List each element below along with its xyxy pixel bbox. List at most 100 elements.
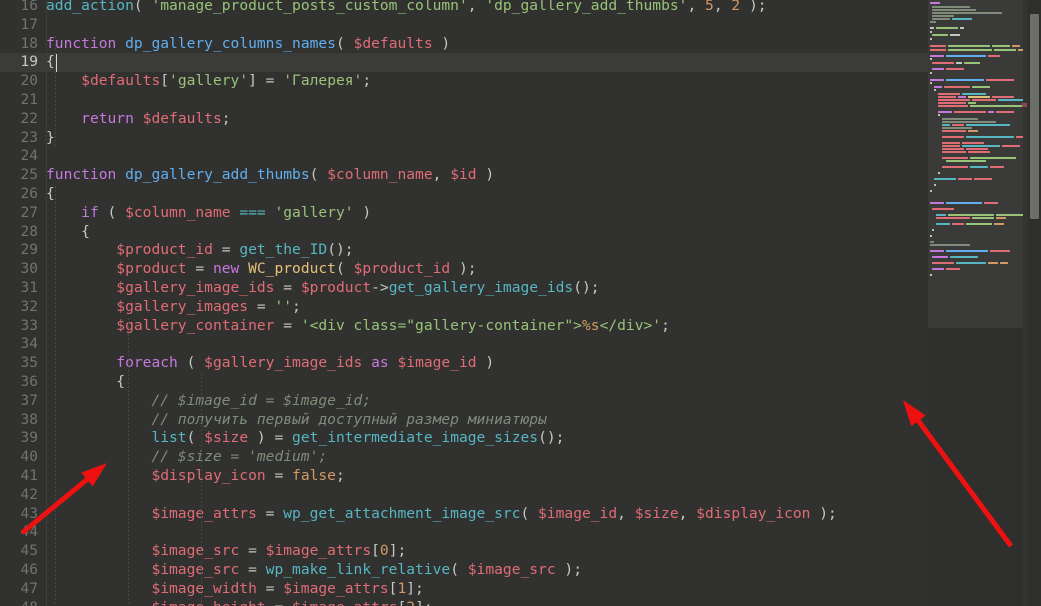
code-token-op: ); bbox=[555, 561, 582, 578]
code-line[interactable]: function dp_gallery_add_thumbs( $column_… bbox=[46, 166, 494, 185]
line-number[interactable]: 32 bbox=[0, 298, 38, 317]
code-line[interactable]: if ( $column_name === 'gallery' ) bbox=[46, 204, 371, 223]
code-line[interactable]: // $image_id = $image_id; bbox=[46, 392, 371, 411]
code-line[interactable]: $image_attrs = wp_get_attachment_image_s… bbox=[46, 504, 836, 524]
code-line[interactable]: } bbox=[46, 129, 55, 148]
code-token-op: ) bbox=[432, 34, 451, 52]
line-number[interactable]: 45 bbox=[0, 542, 38, 561]
minimap-code-line bbox=[942, 121, 996, 123]
line-number[interactable]: 42 bbox=[0, 486, 38, 505]
code-token-op: -> bbox=[371, 279, 389, 296]
minimap-code-line bbox=[930, 58, 932, 60]
code-token-kw: function bbox=[46, 166, 117, 184]
line-number[interactable]: 17 bbox=[0, 16, 38, 35]
code-line[interactable]: // получить первый доступный размер мини… bbox=[46, 411, 546, 430]
line-number[interactable]: 48 bbox=[0, 599, 38, 606]
line-number[interactable]: 19 bbox=[0, 53, 38, 72]
line-number[interactable]: 23 bbox=[0, 129, 38, 148]
line-number[interactable]: 36 bbox=[0, 373, 38, 392]
line-number[interactable]: 20 bbox=[0, 72, 38, 91]
line-number[interactable]: 34 bbox=[0, 335, 38, 354]
code-line[interactable]: $image_height = $image_attrs[2]; bbox=[46, 599, 432, 606]
code-line[interactable]: $product = new WC_product( $product_id )… bbox=[46, 260, 476, 279]
minimap-code-line bbox=[930, 21, 936, 23]
minimap-code-line bbox=[942, 145, 960, 147]
code-line[interactable]: list( $size ) = get_intermediate_image_s… bbox=[46, 429, 564, 448]
line-number[interactable]: 31 bbox=[0, 279, 38, 298]
minimap-code-line bbox=[930, 202, 944, 204]
line-number[interactable]: 25 bbox=[0, 166, 38, 185]
minimap-code-line bbox=[1012, 45, 1020, 47]
code-token-fn: dp_gallery_add_thumbs bbox=[125, 166, 310, 184]
code-line[interactable]: function dp_gallery_columns_names( $defa… bbox=[46, 35, 450, 54]
code-line[interactable]: $product_id = get_the_ID(); bbox=[46, 241, 354, 260]
line-number[interactable]: 22 bbox=[0, 110, 38, 129]
code-token-op: (); bbox=[327, 241, 354, 259]
code-line[interactable]: $gallery_image_ids = $product->get_galle… bbox=[46, 279, 599, 298]
line-number[interactable]: 43 bbox=[0, 505, 38, 524]
code-token-op: ]; bbox=[406, 579, 424, 597]
line-number[interactable]: 26 bbox=[0, 185, 38, 204]
code-token-op: = bbox=[265, 467, 293, 484]
line-number[interactable]: 38 bbox=[0, 411, 38, 430]
code-token-op: [ bbox=[160, 72, 170, 90]
code-line[interactable]: { bbox=[46, 373, 125, 392]
line-number[interactable]: 46 bbox=[0, 561, 38, 580]
minimap-code-line bbox=[946, 202, 982, 204]
line-number[interactable]: 41 bbox=[0, 467, 38, 486]
line-number[interactable]: 24 bbox=[0, 147, 38, 166]
line-number[interactable]: 28 bbox=[0, 223, 38, 242]
code-token-var: $image_attrs bbox=[151, 504, 257, 522]
code-line[interactable]: $defaults['gallery'] = 'Галерея'; bbox=[46, 72, 371, 91]
code-token-var: $image_src bbox=[467, 561, 556, 578]
minimap-code-line bbox=[942, 118, 978, 120]
code-line[interactable]: { bbox=[46, 53, 55, 72]
vertical-scrollbar-thumb[interactable] bbox=[1030, 14, 1039, 219]
line-number[interactable]: 37 bbox=[0, 392, 38, 411]
line-number[interactable]: 40 bbox=[0, 448, 38, 467]
minimap[interactable] bbox=[928, 0, 1028, 328]
minimap-code-line bbox=[942, 166, 968, 168]
code-line[interactable]: foreach ( $gallery_image_ids as $image_i… bbox=[46, 354, 494, 373]
code-line[interactable]: return $defaults; bbox=[46, 110, 230, 129]
code-line[interactable]: $image_width = $image_attrs[1]; bbox=[46, 579, 424, 599]
code-token-op bbox=[134, 110, 143, 127]
line-number[interactable]: 29 bbox=[0, 241, 38, 260]
editor-pane[interactable]: 16 17 18 19 20 21 22 23 24 25 26 27 28 29 30 31 32 33 34 35… bbox=[0, 0, 928, 606]
code-token-str: 'gallery' bbox=[169, 72, 249, 90]
code-token-cbrace: { bbox=[46, 373, 126, 390]
line-number[interactable]: 44 bbox=[0, 523, 38, 542]
code-token-op: = bbox=[274, 279, 301, 296]
code-line[interactable]: { bbox=[46, 185, 55, 204]
line-number-gutter[interactable]: 16 17 18 19 20 21 22 23 24 25 26 27 28 29 30 31 32 33 34 35… bbox=[0, 0, 46, 606]
code-token-var: $image_src bbox=[151, 561, 240, 578]
line-number[interactable]: 21 bbox=[0, 91, 38, 110]
code-token-op bbox=[46, 467, 151, 484]
code-token-cbrace: { bbox=[46, 185, 55, 202]
line-number[interactable]: 47 bbox=[0, 580, 38, 599]
minimap-code-line bbox=[984, 202, 998, 204]
code-line[interactable]: // $size = 'medium'; bbox=[46, 448, 327, 467]
minimap-code-line bbox=[966, 136, 1014, 138]
line-number[interactable]: 27 bbox=[0, 204, 38, 223]
line-number[interactable]: 16 bbox=[0, 0, 38, 16]
code-line[interactable]: $image_src = wp_make_link_relative( $ima… bbox=[46, 561, 582, 580]
code-token-op: ) bbox=[476, 166, 495, 184]
line-number[interactable]: 30 bbox=[0, 260, 38, 279]
code-line[interactable]: $display_icon = false; bbox=[46, 467, 344, 486]
line-number[interactable]: 33 bbox=[0, 317, 38, 336]
minimap-code-line bbox=[988, 262, 998, 264]
minimap-code-line bbox=[968, 130, 978, 132]
line-number[interactable]: 35 bbox=[0, 354, 38, 373]
code-line[interactable]: $gallery_images = ''; bbox=[46, 298, 301, 317]
code-line[interactable]: $gallery_container = '<div class="galler… bbox=[46, 317, 670, 336]
code-token-op: ; bbox=[362, 72, 372, 90]
line-number[interactable]: 39 bbox=[0, 429, 38, 448]
code-line[interactable]: { bbox=[46, 223, 90, 242]
code-line[interactable]: add_action( 'manage_product_posts_custom… bbox=[46, 0, 767, 16]
indent-guide bbox=[55, 36, 56, 148]
minimap-code-line bbox=[950, 256, 978, 258]
line-number[interactable]: 18 bbox=[0, 35, 38, 54]
code-line[interactable]: $image_src = $image_attrs[0]; bbox=[46, 542, 406, 561]
code-content-area[interactable]: add_action( 'manage_product_posts_custom… bbox=[46, 0, 928, 606]
